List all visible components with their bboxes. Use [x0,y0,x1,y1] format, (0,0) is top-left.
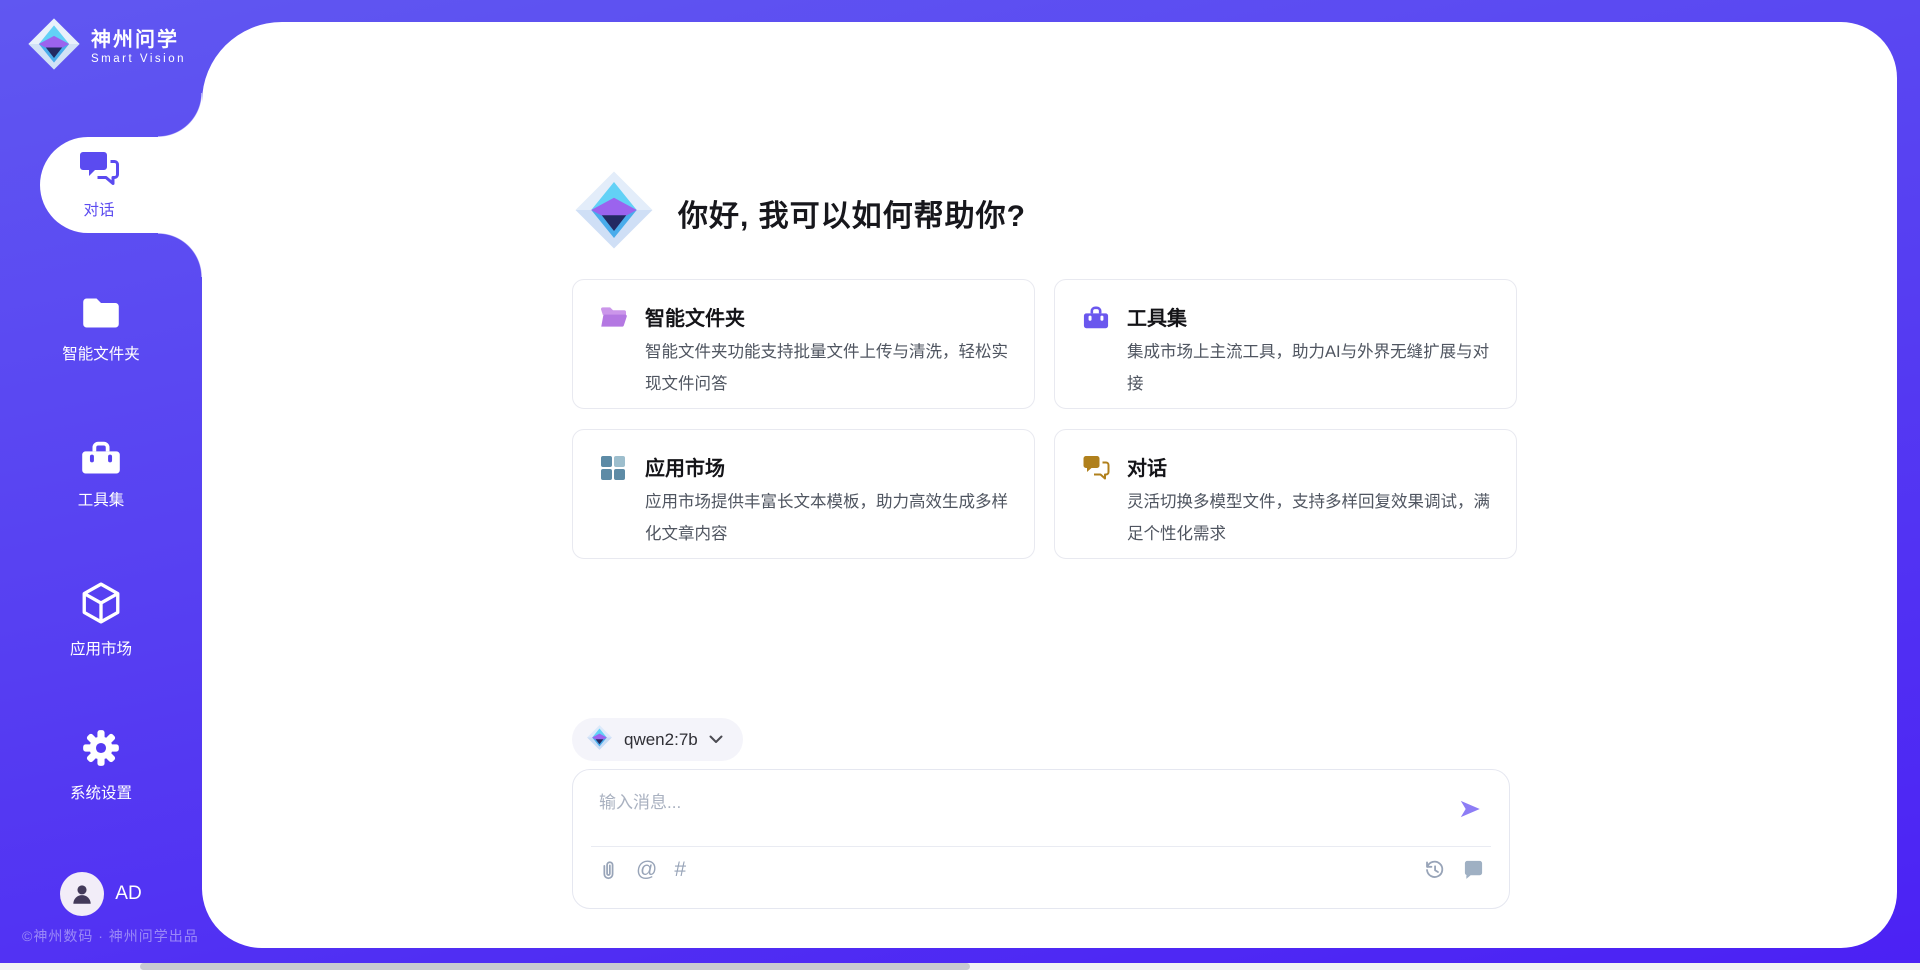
message-composer: @ # [572,769,1510,909]
brand-name: 神州问学 [91,28,186,53]
hashtag-icon[interactable]: # [674,858,686,882]
card-title: 工具集 [1127,302,1187,331]
chat-bubbles-icon [79,150,119,191]
grid-icon [600,455,627,482]
composer-tools-right [1423,858,1485,881]
chevron-down-icon [709,731,723,749]
toolbox-icon [80,440,122,481]
sidebar-item-chat[interactable]: 对话 [40,137,202,233]
feature-cards: 智能文件夹 智能文件夹功能支持批量文件上传与清洗，轻松实现文件问答 工具集 集成… [572,279,1517,559]
main-panel: 你好, 我可以如何帮助你? 智能文件夹 智能文件夹功能支持批量文件上传与清洗，轻… [202,22,1897,948]
folder-icon [600,305,627,332]
chat-bubbles-icon [1082,455,1109,482]
card-description: 应用市场提供丰富长文本模板，助力高效生成多样化文章内容 [645,486,1008,550]
sidebar-item-toolset[interactable]: 工具集 [0,427,202,523]
content-column: 你好, 我可以如何帮助你? 智能文件夹 智能文件夹功能支持批量文件上传与清洗，轻… [572,22,1517,948]
card-smart-folder[interactable]: 智能文件夹 智能文件夹功能支持批量文件上传与清洗，轻松实现文件问答 [572,279,1035,409]
greeting-title: 你好, 我可以如何帮助你? [678,191,1026,235]
at-mention-icon[interactable]: @ [636,858,657,882]
greeting-block: 你好, 我可以如何帮助你? [572,168,1026,257]
composer-tools-left: @ # [597,858,686,882]
model-selector[interactable]: qwen2:7b [572,718,743,761]
brand-subtitle: Smart Vision [91,53,186,65]
folder-icon [81,296,121,335]
horizontal-scrollbar[interactable] [0,963,1920,970]
user-name: AD [115,883,141,905]
sidebar-item-label: 工具集 [78,488,125,510]
sidebar-item-label: 智能文件夹 [62,342,140,364]
message-input[interactable] [599,788,1439,838]
sidebar: 神州问学 Smart Vision 对话 智能文件夹 [0,0,202,970]
sidebar-item-label: 应用市场 [70,637,132,659]
greeting-diamond-logo-icon [572,168,656,257]
card-app-market[interactable]: 应用市场 应用市场提供丰富长文本模板，助力高效生成多样化文章内容 [572,429,1035,559]
copyright-text: ©神州数码 · 神州问学出品 [22,926,199,946]
sidebar-item-smart-folder[interactable]: 智能文件夹 [0,282,202,378]
sidebar-item-label: 系统设置 [70,781,132,803]
composer-divider [591,846,1491,847]
sidebar-item-app-market[interactable]: 应用市场 [0,572,202,668]
gear-icon [80,727,122,774]
card-chat[interactable]: 对话 灵活切换多模型文件，支持多样回复效果调试，满足个性化需求 [1054,429,1517,559]
model-name: qwen2:7b [624,730,698,750]
sidebar-item-settings[interactable]: 系统设置 [0,717,202,813]
card-description: 集成市场上主流工具，助力AI与外界无缝扩展与对接 [1127,336,1490,400]
send-icon[interactable] [1457,796,1483,827]
card-title: 智能文件夹 [645,302,745,331]
message-bubble-icon[interactable] [1462,859,1485,880]
brand: 神州问学 Smart Vision [26,16,186,77]
card-title: 应用市场 [645,452,725,481]
toolbox-icon [1082,305,1109,332]
sidebar-item-label: 对话 [83,198,114,220]
card-title: 对话 [1127,452,1167,481]
avatar [60,872,104,916]
cube-icon [80,581,122,630]
brand-diamond-logo-icon [26,16,82,77]
card-description: 灵活切换多模型文件，支持多样回复效果调试，满足个性化需求 [1127,486,1490,550]
user-account[interactable]: AD [0,871,202,917]
history-icon[interactable] [1423,858,1446,881]
paperclip-icon[interactable] [597,858,619,882]
card-description: 智能文件夹功能支持批量文件上传与清洗，轻松实现文件问答 [645,336,1008,400]
app-root: 神州问学 Smart Vision 对话 智能文件夹 [0,0,1920,970]
card-toolset[interactable]: 工具集 集成市场上主流工具，助力AI与外界无缝扩展与对接 [1054,279,1517,409]
model-diamond-logo-icon [586,724,613,756]
scrollbar-thumb[interactable] [140,963,970,970]
